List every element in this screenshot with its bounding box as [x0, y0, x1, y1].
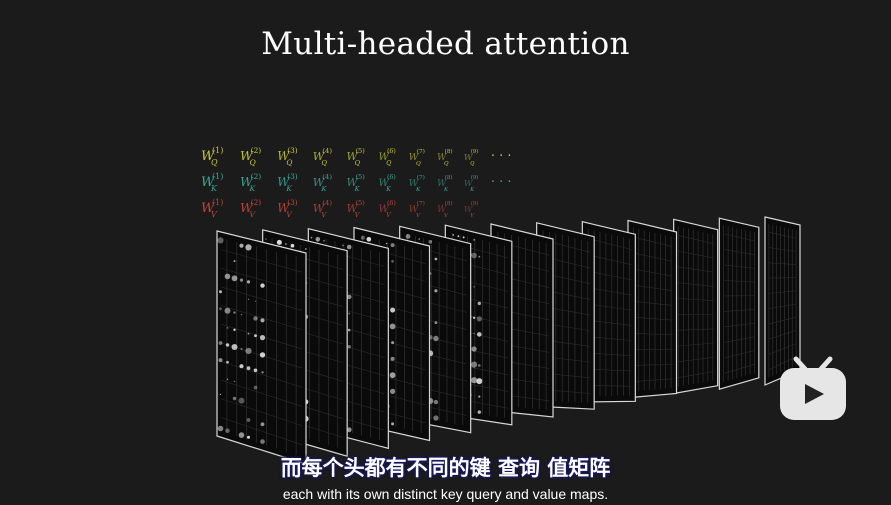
svg-text:(2): (2) [251, 198, 262, 207]
svg-text:Q: Q [286, 158, 292, 167]
svg-text:K: K [385, 186, 391, 193]
weight-label-q-3: W(3)Q [277, 146, 297, 167]
svg-text:(5): (5) [355, 147, 365, 155]
svg-text:V: V [286, 210, 292, 219]
ellipsis-k: · · · [491, 175, 512, 190]
attention-head-panel [216, 230, 307, 465]
weight-label-q-1: W(1)Q [201, 146, 223, 167]
weight-matrices-labels: W(1)Q W(2)Q W(3)Q W(4)Q W(5)Q W(6)QW(7)QW(8)Q… [201, 146, 511, 219]
svg-text:Q: Q [355, 159, 361, 167]
subtitle-english: each with its own distinct key query and… [282, 486, 609, 502]
svg-text:(9): (9) [471, 174, 478, 181]
svg-text:K: K [354, 185, 361, 193]
weight-label-k-8: W(8)K [437, 174, 452, 193]
weight-label-q-5: W(5)Q [346, 147, 365, 167]
weight-label-v-4: W(4)V [313, 199, 333, 219]
svg-text:Q: Q [470, 161, 475, 167]
svg-text:Q: Q [416, 161, 421, 167]
weight-label-k-6: W(6)K [378, 174, 395, 193]
svg-text:(5): (5) [355, 173, 365, 181]
svg-text:(1): (1) [212, 198, 223, 207]
svg-text:V: V [211, 210, 218, 219]
svg-text:(7): (7) [417, 174, 425, 181]
svg-text:K: K [443, 187, 449, 193]
svg-text:(5): (5) [355, 199, 365, 207]
svg-text:(9): (9) [471, 148, 478, 155]
svg-text:V: V [444, 213, 449, 219]
weight-label-q-9: W(9)Q [464, 148, 478, 167]
weight-label-v-1: W(1)V [201, 198, 223, 219]
svg-text:V: V [321, 211, 327, 219]
attention-pattern-panels [216, 216, 801, 465]
weight-label-q-4: W(4)Q [313, 147, 333, 167]
weight-label-k-9: W(9)K [464, 174, 478, 193]
svg-text:(8): (8) [445, 200, 453, 207]
svg-text:V: V [416, 213, 421, 219]
weight-label-k-3: W(3)K [277, 172, 297, 193]
svg-text:(8): (8) [445, 148, 453, 155]
svg-text:(3): (3) [287, 198, 297, 207]
attention-heads-illustration: W(1)Q W(2)Q W(3)Q W(4)Q W(5)Q W(6)QW(7)QW(8)Q… [201, 146, 801, 465]
weight-label-v-3: W(3)V [277, 198, 297, 219]
weight-label-v-5: W(5)V [346, 199, 365, 219]
bilibili-tv-icon [780, 356, 846, 420]
svg-text:Q: Q [211, 158, 218, 167]
svg-text:K: K [285, 184, 292, 193]
svg-text:(6): (6) [387, 200, 396, 207]
svg-text:(9): (9) [471, 200, 478, 207]
svg-text:(4): (4) [322, 199, 332, 207]
svg-text:V: V [386, 212, 391, 219]
attention-head-panel [673, 218, 719, 395]
svg-text:K: K [415, 187, 421, 193]
svg-text:(7): (7) [417, 200, 425, 207]
svg-text:Q: Q [386, 160, 391, 167]
svg-text:Q: Q [250, 158, 256, 167]
weight-label-k-1: W(1)K [201, 172, 223, 193]
weight-label-q-2: W(2)Q [240, 146, 261, 167]
svg-text:(1): (1) [212, 146, 223, 155]
svg-text:(4): (4) [322, 173, 332, 181]
svg-text:Q: Q [321, 159, 327, 167]
weight-label-v-2: W(2)V [240, 198, 261, 219]
weight-label-v-6: W(6)V [378, 200, 395, 219]
svg-text:Q: Q [444, 161, 449, 167]
svg-text:V: V [470, 213, 475, 219]
svg-text:K: K [469, 187, 475, 193]
subtitle-chinese: 而每个头都有不同的键 查询 值矩阵 [280, 456, 611, 480]
weight-label-k-2: W(2)K [240, 172, 261, 193]
weight-label-v-8: W(8)V [437, 200, 452, 219]
weight-label-k-7: W(7)K [409, 174, 425, 193]
svg-text:(8): (8) [445, 174, 453, 181]
svg-text:K: K [249, 184, 257, 193]
svg-text:K: K [320, 185, 327, 193]
svg-text:(6): (6) [387, 148, 396, 155]
svg-text:(1): (1) [212, 172, 223, 181]
weight-label-k-5: W(5)K [346, 173, 365, 193]
svg-text:V: V [355, 211, 361, 219]
svg-text:K: K [210, 184, 218, 193]
weight-label-q-8: W(8)Q [437, 148, 452, 167]
svg-text:(2): (2) [251, 172, 262, 181]
weight-label-k-4: W(4)K [313, 173, 333, 193]
attention-head-panel [718, 217, 760, 391]
svg-text:(7): (7) [417, 148, 425, 155]
ellipsis-q: · · · [491, 149, 512, 164]
weight-label-v-7: W(7)V [409, 200, 425, 219]
weight-label-q-6: W(6)Q [378, 148, 395, 167]
weight-label-v-9: W(9)V [464, 200, 478, 219]
svg-text:V: V [250, 210, 257, 219]
video-frame: Multi-headed attention W (1) Q W (2) Q W (3) Q W(… [0, 0, 891, 505]
weight-label-q-7: W(7)Q [409, 148, 425, 167]
svg-text:(3): (3) [287, 146, 297, 155]
svg-text:(6): (6) [387, 174, 396, 181]
svg-text:(4): (4) [322, 147, 332, 155]
svg-text:(3): (3) [287, 172, 297, 181]
svg-text:(2): (2) [251, 146, 262, 155]
